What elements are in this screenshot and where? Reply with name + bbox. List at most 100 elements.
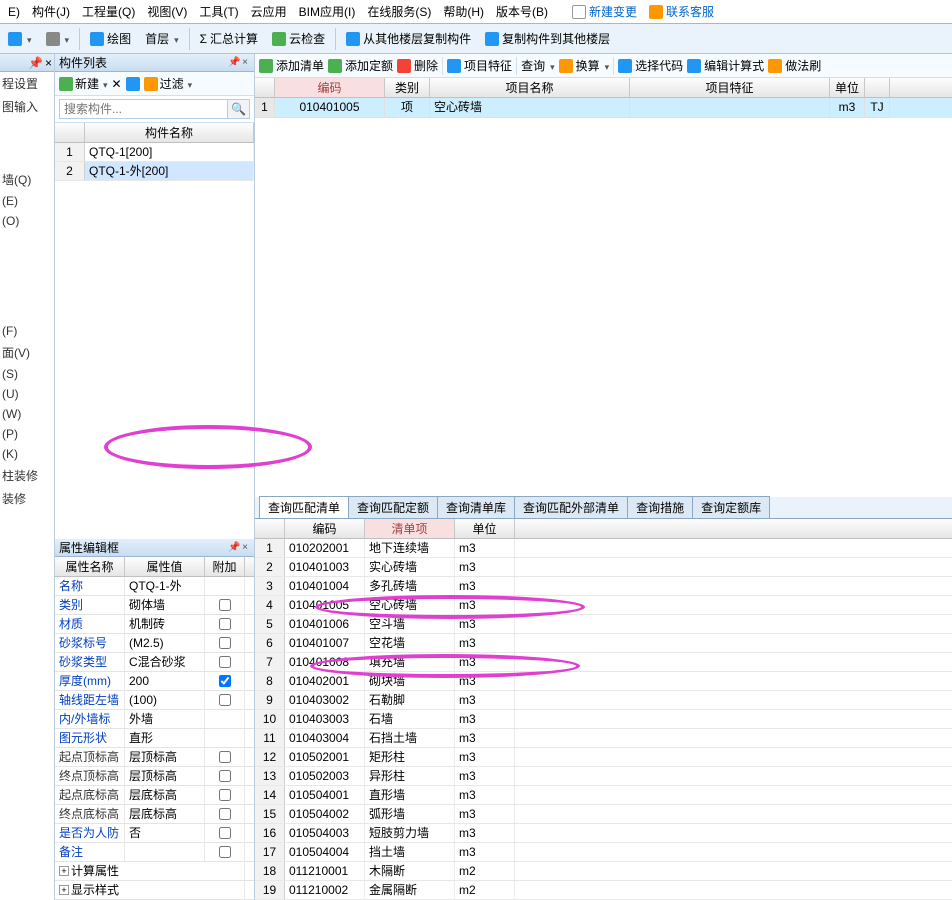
search-button[interactable]: 🔍 bbox=[228, 99, 250, 119]
checkbox[interactable] bbox=[219, 808, 231, 820]
menu-item[interactable]: 版本号(B) bbox=[490, 1, 554, 22]
tab[interactable]: 查询定额库 bbox=[692, 496, 770, 518]
prop-row[interactable]: 类别砌体墙 bbox=[55, 596, 254, 615]
list-row[interactable]: 3010401004多孔砖墙m3 bbox=[255, 577, 952, 596]
prop-group[interactable]: +计算属性 bbox=[55, 862, 254, 881]
expand-icon[interactable]: + bbox=[59, 885, 69, 895]
undo-button[interactable] bbox=[4, 30, 36, 48]
prop-value[interactable]: 层顶标高 bbox=[125, 767, 205, 785]
list-row[interactable]: 18011210001木隔断m2 bbox=[255, 862, 952, 881]
add-quota-button[interactable]: 添加定额 bbox=[328, 57, 393, 74]
checkbox[interactable] bbox=[219, 618, 231, 630]
feature-button[interactable]: 项目特征 bbox=[447, 57, 512, 74]
prop-value[interactable]: 砌体墙 bbox=[125, 596, 205, 614]
prop-row[interactable]: 起点底标高层底标高 bbox=[55, 786, 254, 805]
list-row[interactable]: 5010401006空斗墙m3 bbox=[255, 615, 952, 634]
checkbox[interactable] bbox=[219, 770, 231, 782]
prop-extra[interactable] bbox=[205, 653, 245, 671]
prop-row[interactable]: 内/外墙标外墙 bbox=[55, 710, 254, 729]
checkbox[interactable] bbox=[219, 789, 231, 801]
tab[interactable]: 查询匹配定额 bbox=[348, 496, 438, 518]
list-row[interactable]: 10010403003石墙m3 bbox=[255, 710, 952, 729]
menu-item[interactable]: 云应用 bbox=[245, 1, 293, 22]
menu-item[interactable]: 构件(J) bbox=[26, 1, 76, 22]
expand-icon[interactable]: + bbox=[59, 866, 69, 876]
prop-value[interactable]: (M2.5) bbox=[125, 634, 205, 652]
prop-row[interactable]: 是否为人防否 bbox=[55, 824, 254, 843]
prop-row[interactable]: 终点顶标高层顶标高 bbox=[55, 767, 254, 786]
prop-extra[interactable] bbox=[205, 596, 245, 614]
prop-group[interactable]: +显示样式 bbox=[55, 881, 254, 900]
redo-button[interactable] bbox=[42, 30, 74, 48]
tab[interactable]: 查询匹配外部清单 bbox=[514, 496, 628, 518]
list-row[interactable]: 4010401005空心砖墙m3 bbox=[255, 596, 952, 615]
prop-extra[interactable] bbox=[205, 748, 245, 766]
prop-extra[interactable] bbox=[205, 786, 245, 804]
menu-item[interactable]: 帮助(H) bbox=[437, 1, 490, 22]
new-button[interactable]: 新建 bbox=[59, 75, 108, 92]
list-row[interactable]: 16010504003短肢剪力墙m3 bbox=[255, 824, 952, 843]
prop-extra[interactable] bbox=[205, 843, 245, 861]
checkbox[interactable] bbox=[219, 827, 231, 839]
menu-item[interactable]: E) bbox=[2, 3, 26, 21]
prop-value[interactable] bbox=[125, 843, 205, 861]
menu-item[interactable]: 工程量(Q) bbox=[76, 1, 141, 22]
left-item[interactable]: 柱装修 bbox=[0, 464, 54, 487]
draw-button[interactable]: 绘图 bbox=[86, 28, 135, 49]
list-row[interactable]: 13010502003异形柱m3 bbox=[255, 767, 952, 786]
left-item[interactable]: (O) bbox=[0, 211, 54, 231]
copy-to-button[interactable]: 复制构件到其他楼层 bbox=[481, 28, 614, 49]
list-row[interactable]: 15010504002弧形墙m3 bbox=[255, 805, 952, 824]
checkbox[interactable] bbox=[219, 656, 231, 668]
prop-value[interactable]: 层顶标高 bbox=[125, 748, 205, 766]
prop-row[interactable]: 图元形状直形 bbox=[55, 729, 254, 748]
prop-extra[interactable] bbox=[205, 767, 245, 785]
prop-extra[interactable] bbox=[205, 710, 245, 728]
prop-extra[interactable] bbox=[205, 824, 245, 842]
left-item[interactable]: (K) bbox=[0, 444, 54, 464]
list-row[interactable]: 11010403004石挡土墙m3 bbox=[255, 729, 952, 748]
prop-row[interactable]: 厚度(mm)200 bbox=[55, 672, 254, 691]
component-row[interactable]: 2 QTQ-1-外[200] bbox=[55, 162, 254, 181]
left-item[interactable]: (E) bbox=[0, 191, 54, 211]
checkbox[interactable] bbox=[219, 637, 231, 649]
delete-button[interactable]: 删除 bbox=[397, 57, 438, 74]
left-item[interactable]: 装修 bbox=[0, 487, 54, 510]
delete-button[interactable]: ✕ bbox=[112, 77, 122, 91]
checkbox[interactable] bbox=[219, 599, 231, 611]
floor-select[interactable]: 首层 bbox=[141, 28, 183, 49]
prop-row[interactable]: 砂浆类型C混合砂浆 bbox=[55, 653, 254, 672]
left-item[interactable]: 面(V) bbox=[0, 341, 54, 364]
query-button[interactable]: 查询 bbox=[521, 57, 555, 74]
menu-item[interactable]: 视图(V) bbox=[141, 1, 193, 22]
prop-row[interactable]: 轴线距左墙(100) bbox=[55, 691, 254, 710]
list-row[interactable]: 7010401008填充墙m3 bbox=[255, 653, 952, 672]
filter-button[interactable]: 过滤 bbox=[144, 75, 193, 92]
left-item[interactable]: (S) bbox=[0, 364, 54, 384]
left-item[interactable]: (U) bbox=[0, 384, 54, 404]
list-row[interactable]: 9010403002石勒脚m3 bbox=[255, 691, 952, 710]
calc-button[interactable]: Σ汇总计算 bbox=[196, 28, 262, 49]
prop-value[interactable]: 200 bbox=[125, 672, 205, 690]
menu-item[interactable]: BIM应用(I) bbox=[293, 1, 362, 22]
prop-value[interactable]: 层底标高 bbox=[125, 786, 205, 804]
prop-extra[interactable] bbox=[205, 729, 245, 747]
list-row[interactable]: 12010502001矩形柱m3 bbox=[255, 748, 952, 767]
close-icon[interactable]: × bbox=[240, 58, 250, 68]
left-item[interactable]: (W) bbox=[0, 404, 54, 424]
prop-row[interactable]: 起点顶标高层顶标高 bbox=[55, 748, 254, 767]
checkbox[interactable] bbox=[219, 675, 231, 687]
prop-row[interactable]: 备注 bbox=[55, 843, 254, 862]
menu-item[interactable]: 在线服务(S) bbox=[361, 1, 437, 22]
prop-row[interactable]: 砂浆标号(M2.5) bbox=[55, 634, 254, 653]
tab[interactable]: 查询匹配清单 bbox=[259, 496, 349, 518]
prop-value[interactable]: 直形 bbox=[125, 729, 205, 747]
list-row[interactable]: 17010504004挡土墙m3 bbox=[255, 843, 952, 862]
convert-button[interactable]: 换算 bbox=[559, 57, 610, 74]
tab[interactable]: 查询措施 bbox=[627, 496, 693, 518]
search-input[interactable] bbox=[59, 99, 228, 119]
list-row[interactable]: 6010401007空花墙m3 bbox=[255, 634, 952, 653]
menu-item[interactable]: 工具(T) bbox=[193, 1, 244, 22]
left-item[interactable]: (P) bbox=[0, 424, 54, 444]
prop-extra[interactable] bbox=[205, 634, 245, 652]
